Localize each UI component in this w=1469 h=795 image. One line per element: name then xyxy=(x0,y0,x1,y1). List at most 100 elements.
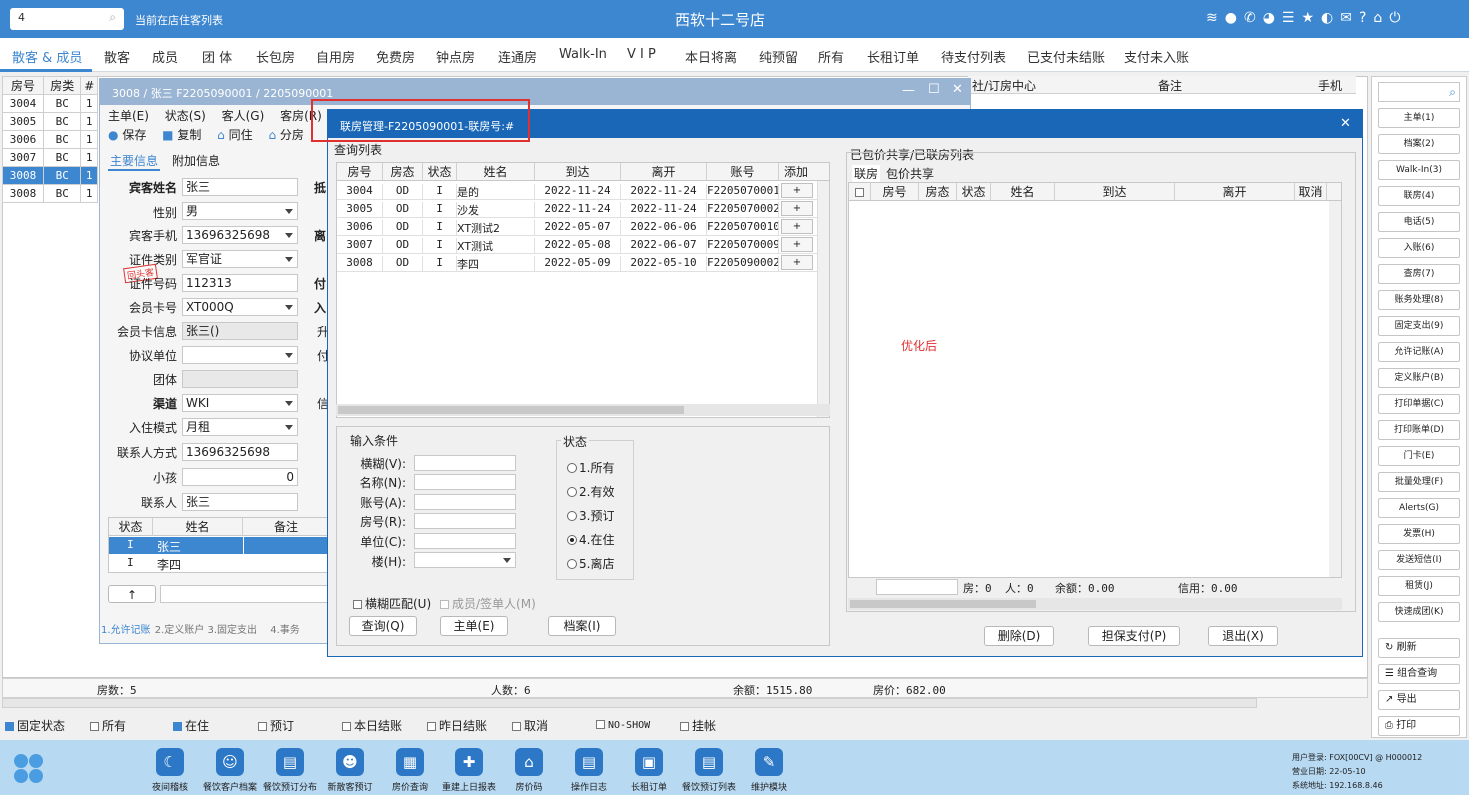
taskbar-icon[interactable]: ⌂ xyxy=(515,748,543,776)
col-name[interactable]: 姓名 xyxy=(991,183,1055,201)
status-radio-5[interactable]: 5.离店 xyxy=(567,555,614,572)
tab-package-share[interactable]: 包价共享 xyxy=(886,165,934,182)
id-number-field[interactable]: 112313 xyxy=(182,274,298,292)
filter-checkbox[interactable]: 所有 xyxy=(90,717,126,734)
contact-person-field[interactable]: 张三 xyxy=(182,493,298,511)
table-row-selected[interactable]: 3008 BC 1 xyxy=(1,166,98,185)
power-icon[interactable]: ⏻ xyxy=(1389,10,1407,26)
col-room[interactable]: 房号 xyxy=(1,76,45,95)
side-action-button[interactable]: 固定支出(9) xyxy=(1378,316,1460,336)
tab-walkin-members[interactable]: 散客 & 成员 xyxy=(12,47,82,66)
col-departure[interactable]: 离开 xyxy=(1175,183,1295,201)
taskbar-icon[interactable]: ▤ xyxy=(575,748,603,776)
table-row[interactable]: 3005 OD I 沙发 2022-11-24 2022-11-24 F2205070002… xyxy=(337,200,817,218)
tab-allow-posting[interactable]: 1.允许记账 xyxy=(100,625,152,636)
filter-checkbox[interactable]: 预订 xyxy=(258,717,294,734)
contact-method-field[interactable]: 13696325698 xyxy=(182,443,298,461)
taskbar-icon[interactable]: ✎ xyxy=(755,748,783,776)
taskbar-icon[interactable]: ▦ xyxy=(396,748,424,776)
menu-guest[interactable]: 客人(G) xyxy=(222,109,265,123)
channel-select[interactable]: WKI xyxy=(182,394,298,412)
table-row[interactable]: I 李四 xyxy=(109,555,329,572)
side-action-button[interactable]: Alerts(G) xyxy=(1378,498,1460,518)
side-action-button[interactable]: Walk-In(3) xyxy=(1378,160,1460,180)
copy-button[interactable]: ■ 复制 xyxy=(162,128,201,142)
tab-self-use[interactable]: 自用房 xyxy=(316,47,355,66)
table-row[interactable]: 3006 BC 1 xyxy=(1,130,98,149)
app-logo-icon[interactable] xyxy=(14,754,44,784)
close-icon[interactable]: ✕ xyxy=(952,82,963,97)
right-search-input[interactable]: ⌕ xyxy=(1378,82,1460,102)
col-status[interactable]: 状态 xyxy=(957,183,991,201)
vertical-scrollbar[interactable] xyxy=(817,181,829,417)
col-departure[interactable]: 离开 xyxy=(621,163,707,181)
col-room[interactable]: 房号 xyxy=(871,183,919,201)
side-action-button[interactable]: 打印单据(C) xyxy=(1378,394,1460,414)
tab-affairs[interactable]: 4.事务 xyxy=(270,625,300,636)
tab-walkin[interactable]: 散客 xyxy=(104,47,130,66)
taskbar-icon[interactable]: ☺ xyxy=(216,748,244,776)
col-num[interactable]: # xyxy=(80,76,98,95)
fuzzy-field[interactable] xyxy=(414,455,516,471)
col-remark[interactable]: 备注 xyxy=(243,518,329,536)
tab-all[interactable]: 所有 xyxy=(818,47,844,66)
col-account[interactable]: 账号 xyxy=(707,163,779,181)
tab-hourly[interactable]: 钟点房 xyxy=(436,47,475,66)
taskbar-icon[interactable]: ☻ xyxy=(336,748,364,776)
col-mobile[interactable]: 手机 xyxy=(1318,77,1342,94)
add-button[interactable]: + xyxy=(781,183,813,198)
tab-fixed-expense[interactable]: 3.固定支出 xyxy=(207,625,257,636)
status-radio-1[interactable]: 1.所有 xyxy=(567,459,614,476)
tab-connected[interactable]: 连通房 xyxy=(498,47,537,66)
building-select[interactable] xyxy=(414,552,516,568)
col-status[interactable]: 状态 xyxy=(423,163,457,181)
filter-checkbox[interactable]: 昨日结账 xyxy=(427,717,487,734)
side-action-button[interactable]: 快速成团(K) xyxy=(1378,602,1460,622)
export-button[interactable]: ↗ 导出 xyxy=(1378,690,1460,710)
share-room-button[interactable]: ⌂ 同住 xyxy=(217,128,252,142)
chat-icon[interactable]: ● xyxy=(1225,10,1244,26)
refresh-button[interactable]: ↻ 刷新 xyxy=(1378,638,1460,658)
minimize-icon[interactable]: — xyxy=(902,83,915,98)
col-name[interactable]: 姓名 xyxy=(457,163,535,181)
companion-note-field[interactable] xyxy=(160,585,328,603)
horizontal-scrollbar[interactable] xyxy=(848,598,1342,610)
bottom-scrollbar[interactable] xyxy=(2,698,1257,708)
vertical-scrollbar[interactable] xyxy=(1329,201,1341,577)
linked-search-field[interactable] xyxy=(876,579,958,595)
search-icon[interactable]: ⌕ xyxy=(1449,84,1456,100)
star-icon[interactable]: ★ xyxy=(1301,10,1321,26)
filter-checkbox[interactable]: 取消 xyxy=(512,717,548,734)
col-arrival[interactable]: 到达 xyxy=(1055,183,1175,201)
close-icon[interactable]: ✕ xyxy=(1340,116,1351,131)
side-action-button[interactable]: 入账(6) xyxy=(1378,238,1460,258)
tab-extra-info[interactable]: 附加信息 xyxy=(172,152,220,169)
tab-long-rent[interactable]: 长租订单 xyxy=(867,47,919,66)
status-radio-2[interactable]: 2.有效 xyxy=(567,483,614,500)
menu-folio[interactable]: 主单(E) xyxy=(108,109,149,123)
taskbar-icon[interactable]: ☾ xyxy=(156,748,184,776)
combined-query-button[interactable]: ☰ 组合查询 xyxy=(1378,664,1460,684)
side-action-button[interactable]: 允许记账(A) xyxy=(1378,342,1460,362)
tab-paid-unposted[interactable]: 支付未入账 xyxy=(1124,47,1189,66)
col-cancel[interactable]: 取消 xyxy=(1295,183,1327,201)
home-icon[interactable]: ⌂ xyxy=(1373,10,1389,26)
profile-button[interactable]: 档案(I) xyxy=(548,616,616,636)
palette-icon[interactable]: ◕ xyxy=(1263,10,1282,26)
theme-icon[interactable]: ◐ xyxy=(1321,10,1340,26)
gender-select[interactable]: 男 xyxy=(182,202,298,220)
member-card-select[interactable]: XT000Q xyxy=(182,298,298,316)
filter-checkbox[interactable]: 在住 xyxy=(173,717,209,734)
taskbar-icon[interactable]: ✚ xyxy=(455,748,483,776)
member-checkbox[interactable]: 成员/签单人(M) xyxy=(440,595,536,612)
status-radio-3[interactable]: 3.预订 xyxy=(567,507,614,524)
add-button[interactable]: + xyxy=(781,237,813,252)
status-radio-4[interactable]: 4.在住 xyxy=(567,531,614,548)
side-action-button[interactable]: 账务处理(8) xyxy=(1378,290,1460,310)
side-action-button[interactable]: 定义账户(B) xyxy=(1378,368,1460,388)
delete-button[interactable]: 删除(D) xyxy=(984,626,1054,646)
phone-icon[interactable]: ✆ xyxy=(1244,10,1263,26)
room-field[interactable] xyxy=(414,513,516,529)
table-row[interactable]: 3007 BC 1 xyxy=(1,148,98,167)
table-row[interactable]: 3005 BC 1 xyxy=(1,112,98,131)
